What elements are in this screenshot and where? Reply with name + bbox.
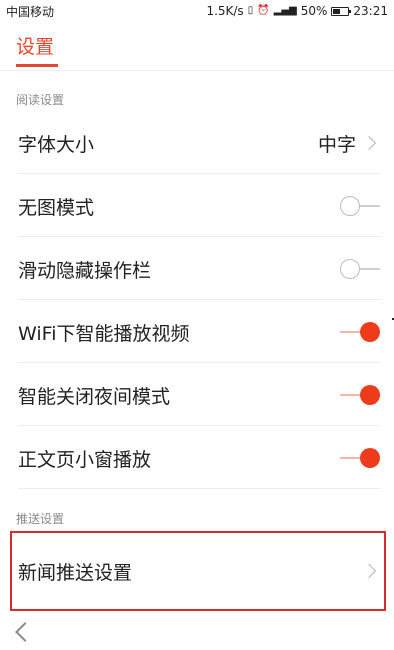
divider (18, 488, 380, 489)
highlight-annotation-box (10, 531, 386, 611)
toggle-knob (360, 322, 380, 342)
setting-row-hide-toolbar: 滑动隐藏操作栏 (0, 238, 394, 300)
toggle-knob (340, 196, 360, 216)
section-title-push: 推送设置 (16, 512, 65, 526)
carrier-name: 中国移动 (6, 4, 55, 19)
auto-night-off-toggle[interactable] (340, 384, 380, 406)
setting-row-no-image-mode: 无图模式 (0, 175, 394, 237)
divider (18, 173, 380, 174)
setting-label: 正文页小窗播放 (18, 448, 152, 471)
status-indicators: 1.5K/s ▯ ⏰ ▂▄▆ 50% 23:21 (206, 4, 394, 18)
section-title-reading: 阅读设置 (16, 93, 65, 107)
back-arrow-icon[interactable] (15, 622, 35, 642)
toggle-knob (340, 259, 360, 279)
mini-window-play-toggle[interactable] (340, 447, 380, 469)
setting-label: 滑动隐藏操作栏 (18, 259, 152, 282)
alarm-icon: ⏰ (257, 5, 270, 16)
chevron-right-icon (361, 135, 377, 151)
setting-row-font-size[interactable]: 字体大小 中字 (0, 112, 394, 174)
setting-value-group: 中字 (318, 130, 380, 157)
toggle-knob (360, 448, 380, 468)
vibrate-icon: ▯ (247, 5, 254, 16)
divider (18, 425, 380, 426)
setting-label: 智能关闭夜间模式 (18, 385, 171, 408)
tab-settings[interactable]: 设置 (16, 32, 54, 59)
font-size-value: 中字 (317, 133, 356, 156)
network-speed: 1.5K/s (206, 4, 244, 18)
settings-screen: 中国移动 1.5K/s ▯ ⏰ ▂▄▆ 50% 23:21 设置 阅读设置 字体… (0, 0, 394, 650)
signal-icon: ▂▄▆ (273, 5, 297, 16)
setting-label: 无图模式 (18, 196, 95, 219)
setting-row-mini-window-play: 正文页小窗播放 (0, 427, 394, 489)
setting-label: WiFi下智能播放视频 (18, 322, 190, 345)
divider (18, 236, 380, 237)
hide-toolbar-toggle[interactable] (340, 258, 380, 280)
toggle-knob (360, 385, 380, 405)
battery-icon (331, 6, 352, 16)
battery-percent: 50% (300, 4, 328, 18)
battery-level (333, 8, 341, 14)
setting-row-auto-night-off: 智能关闭夜间模式 (0, 364, 394, 426)
divider (18, 362, 380, 363)
setting-label: 字体大小 (18, 133, 95, 156)
active-tab-indicator (16, 64, 58, 67)
divider (18, 299, 380, 300)
top-tab-bar: 设置 (0, 22, 394, 71)
status-bar: 中国移动 1.5K/s ▯ ⏰ ▂▄▆ 50% 23:21 (0, 0, 394, 22)
wifi-autoplay-toggle[interactable] (340, 321, 380, 343)
setting-row-wifi-autoplay: WiFi下智能播放视频 (0, 301, 394, 363)
no-image-mode-toggle[interactable] (340, 195, 380, 217)
clock: 23:21 (353, 4, 388, 18)
